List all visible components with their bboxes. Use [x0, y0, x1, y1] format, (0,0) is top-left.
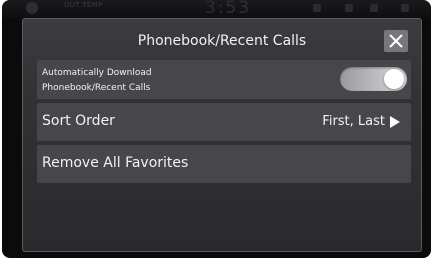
close-button[interactable]: [384, 30, 408, 52]
temperature-icon: [26, 2, 38, 14]
sort-order-value: First, Last: [322, 114, 385, 129]
sort-order-label: Sort Order: [42, 113, 115, 129]
battery-icon: [401, 4, 409, 12]
toggle-knob: [384, 69, 404, 89]
auto-download-label-line2: Phonebook/Recent Calls: [42, 83, 151, 93]
close-x-icon: [389, 34, 403, 48]
status-bar: OUT TEMP 3:53: [2, 0, 431, 18]
play-arrow-icon: [390, 116, 400, 128]
phone-icon: [370, 4, 378, 12]
dialog-title: Phonebook/Recent Calls: [137, 33, 307, 49]
auto-download-toggle[interactable]: [340, 67, 407, 91]
sort-order-row[interactable]: Sort Order First, Last: [37, 103, 411, 141]
signal-icon: [313, 4, 321, 12]
display-screen: OUT TEMP 3:53 Phonebook/Recent Calls Aut…: [2, 0, 431, 258]
clock: 3:53: [205, 0, 252, 18]
phonebook-settings-dialog: Phonebook/Recent Calls Automatically Dow…: [22, 18, 422, 252]
remove-all-favorites-button[interactable]: Remove All Favorites: [37, 145, 411, 183]
remove-all-favorites-label: Remove All Favorites: [42, 155, 189, 171]
auto-download-label: Automatically Download Phonebook/Recent …: [42, 66, 242, 96]
bluetooth-icon: [345, 4, 353, 12]
auto-download-label-line1: Automatically Download: [42, 68, 152, 78]
auto-download-row[interactable]: Automatically Download Phonebook/Recent …: [37, 60, 411, 99]
out-temp-label: OUT TEMP: [64, 1, 103, 9]
